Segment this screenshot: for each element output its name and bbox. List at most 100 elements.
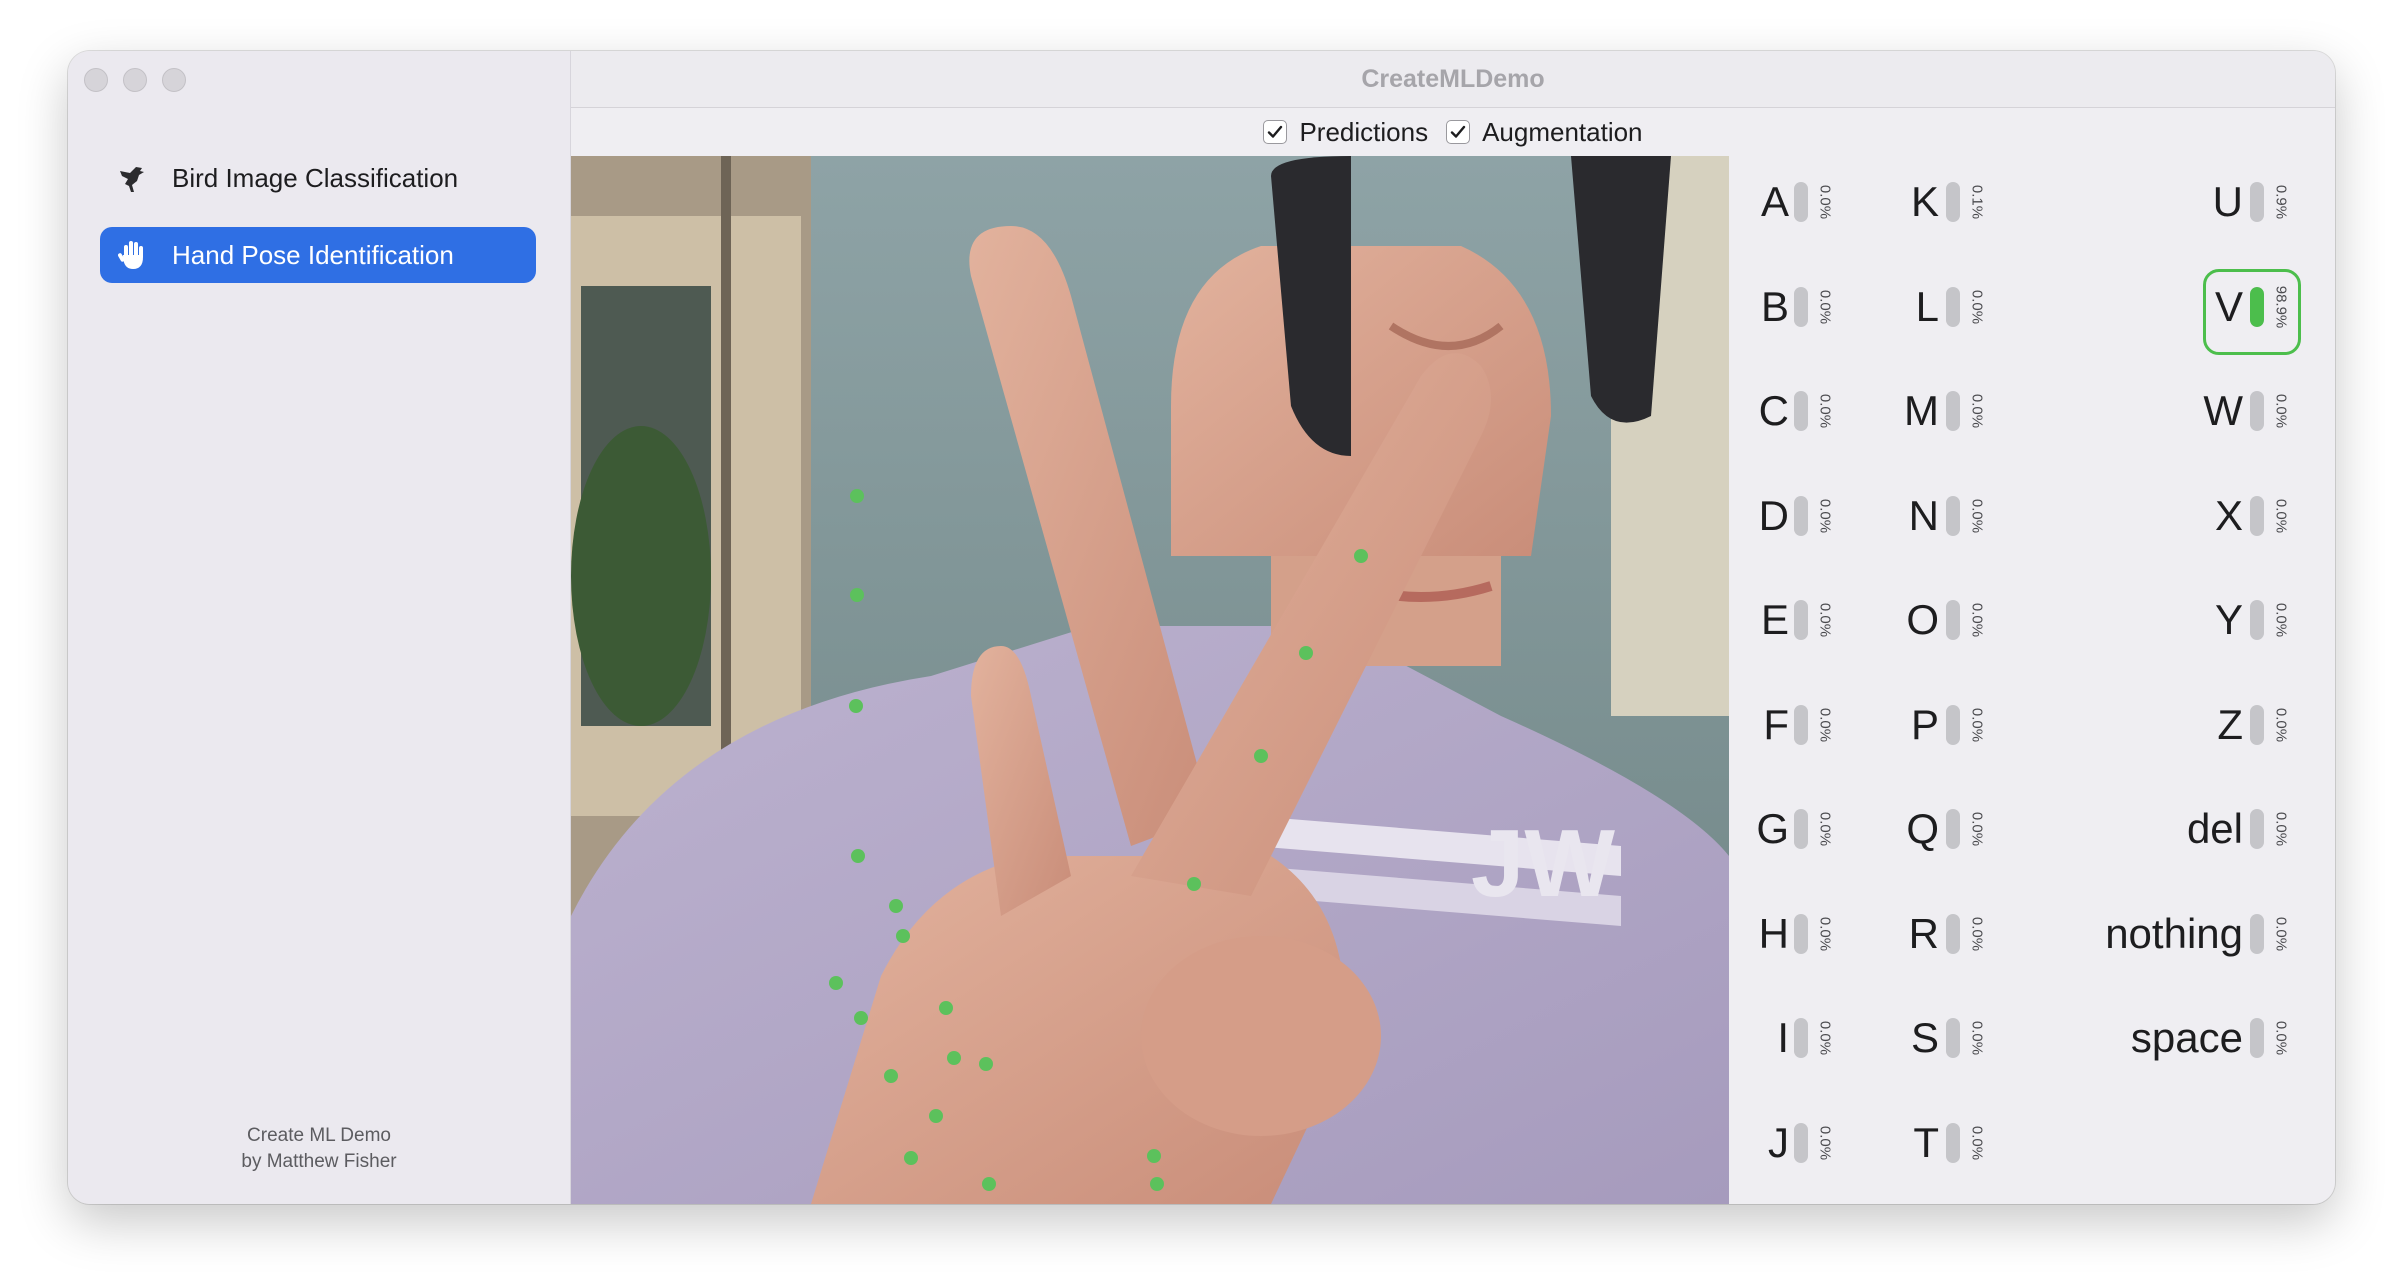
prediction-bar — [1794, 600, 1808, 640]
sidebar: Bird Image Classification Hand Pose Iden… — [68, 51, 571, 1204]
predictions-panel: A 0.0% B 0.0% C 0.0% D 0.0% E 0.0% F 0.0% G 0.0% H 0.0%… — [1729, 156, 2335, 1204]
prediction-label: R — [1908, 909, 1939, 957]
prediction-bar — [2250, 1018, 2264, 1058]
predictions-toggle[interactable]: Predictions — [1263, 117, 1428, 148]
bird-icon — [114, 159, 152, 197]
prediction-percent: 0.0% — [1816, 393, 1834, 429]
prediction-percent: 0.0% — [1968, 498, 1986, 533]
prediction-label: space — [2130, 1014, 2243, 1061]
prediction-percent: 0.0% — [2272, 916, 2290, 951]
augmentation-toggle[interactable]: Augmentation — [1446, 116, 1643, 148]
prediction-bar — [2250, 182, 2264, 222]
prediction-label: U — [2212, 178, 2243, 225]
prediction-percent: 0.0% — [1968, 707, 1986, 742]
prediction-V: V 98.9% — [2029, 267, 2301, 347]
prediction-label: W — [2203, 387, 2243, 434]
prediction-label: J — [1768, 1118, 1789, 1166]
prediction-I: I 0.0% — [1729, 998, 1845, 1078]
prediction-bar — [1946, 809, 1960, 849]
predictions-label: Predictions — [1299, 116, 1429, 147]
prediction-del: del 0.0% — [2029, 789, 2301, 869]
prediction-label: Y — [2214, 596, 2243, 643]
prediction-percent: 0.0% — [1968, 1125, 1986, 1160]
prediction-percent: 0.0% — [1968, 289, 1986, 324]
prediction-percent: 0.1% — [1968, 184, 1986, 220]
prediction-bar — [2250, 495, 2264, 536]
prediction-R: R 0.0% — [1879, 894, 1997, 974]
prediction-bar — [1946, 182, 1960, 222]
prediction-label: B — [1760, 282, 1789, 330]
prediction-W: W 0.0% — [2029, 371, 2301, 451]
prediction-X: X 0.0% — [2029, 476, 2301, 556]
prediction-label: C — [1758, 387, 1789, 434]
prediction-label: del — [2186, 805, 2243, 852]
prediction-bar — [2250, 913, 2264, 954]
prediction-label: N — [1908, 491, 1939, 539]
prediction-E: E 0.0% — [1729, 580, 1845, 660]
minimize-button[interactable] — [123, 68, 147, 92]
toolbar: Predictions Augmentation — [571, 108, 2335, 156]
prediction-percent: 0.0% — [1968, 916, 1986, 951]
prediction-percent: 0.0% — [1816, 916, 1834, 951]
window-controls — [84, 68, 186, 92]
prediction-label: M — [1904, 387, 1939, 434]
prediction-bar — [1794, 391, 1808, 431]
camera-feed: JW — [571, 156, 1729, 1204]
prediction-percent: 0.0% — [1968, 1020, 1986, 1056]
sidebar-item-hand-pose-identification[interactable]: Hand Pose Identification — [100, 227, 536, 283]
prediction-label: H — [1758, 909, 1789, 957]
prediction-bar — [1794, 809, 1808, 849]
credit-text: Create ML Demo by Matthew Fisher — [68, 1123, 570, 1175]
close-button[interactable] — [84, 68, 108, 92]
prediction-bar — [1794, 1122, 1808, 1163]
prediction-label: nothing — [2105, 909, 2243, 957]
prediction-percent: 0.0% — [1816, 811, 1834, 847]
prediction-Y: Y 0.0% — [2029, 580, 2301, 660]
prediction-bar — [1946, 1122, 1960, 1163]
prediction-percent: 0.0% — [1816, 1020, 1834, 1056]
prediction-M: M 0.0% — [1879, 371, 1997, 451]
prediction-C: C 0.0% — [1729, 371, 1845, 451]
augmentation-checkbox[interactable] — [1446, 120, 1471, 144]
prediction-bar — [2250, 391, 2264, 431]
prediction-bar — [2250, 286, 2264, 327]
sidebar-item-bird-image-classification[interactable]: Bird Image Classification — [100, 150, 536, 206]
prediction-percent: 0.0% — [2272, 811, 2290, 847]
prediction-label: D — [1758, 491, 1789, 539]
prediction-P: P 0.0% — [1879, 685, 1997, 765]
window-title: CreateMLDemo — [1361, 64, 1545, 93]
app-window: Bird Image Classification Hand Pose Iden… — [68, 51, 2335, 1204]
prediction-percent: 0.0% — [1968, 811, 1986, 847]
prediction-bar — [1794, 913, 1808, 954]
prediction-label: X — [2214, 491, 2243, 539]
prediction-G: G 0.0% — [1729, 789, 1845, 869]
prediction-bar — [2250, 704, 2264, 745]
prediction-percent: 0.0% — [1816, 289, 1834, 324]
prediction-S: S 0.0% — [1879, 998, 1997, 1078]
prediction-L: L 0.0% — [1879, 267, 1997, 347]
prediction-bar — [1794, 286, 1808, 327]
prediction-bar — [1946, 600, 1960, 640]
prediction-J: J 0.0% — [1729, 1103, 1845, 1183]
prediction-label: E — [1760, 596, 1789, 643]
prediction-bar — [2250, 600, 2264, 640]
augmentation-label: Augmentation — [1482, 116, 1643, 147]
prediction-Q: Q 0.0% — [1879, 789, 1997, 869]
prediction-percent: 0.0% — [1816, 707, 1834, 742]
predictions-checkbox[interactable] — [1263, 120, 1288, 144]
title-bar: CreateMLDemo — [571, 51, 2335, 108]
prediction-K: K 0.1% — [1879, 162, 1997, 242]
prediction-percent: 0.0% — [1816, 602, 1834, 638]
prediction-D: D 0.0% — [1729, 476, 1845, 556]
prediction-percent: 0.0% — [2272, 1020, 2290, 1056]
prediction-N: N 0.0% — [1879, 476, 1997, 556]
prediction-space: space 0.0% — [2029, 998, 2301, 1078]
zoom-button[interactable] — [162, 68, 186, 92]
prediction-label: F — [1763, 700, 1789, 748]
prediction-label: Z — [2217, 700, 2243, 748]
prediction-percent: 0.0% — [2272, 602, 2290, 638]
credit-line-1: Create ML Demo — [247, 1125, 391, 1146]
prediction-bar — [1794, 182, 1808, 222]
prediction-label: A — [1760, 178, 1789, 225]
prediction-percent: 0.0% — [1816, 184, 1834, 220]
